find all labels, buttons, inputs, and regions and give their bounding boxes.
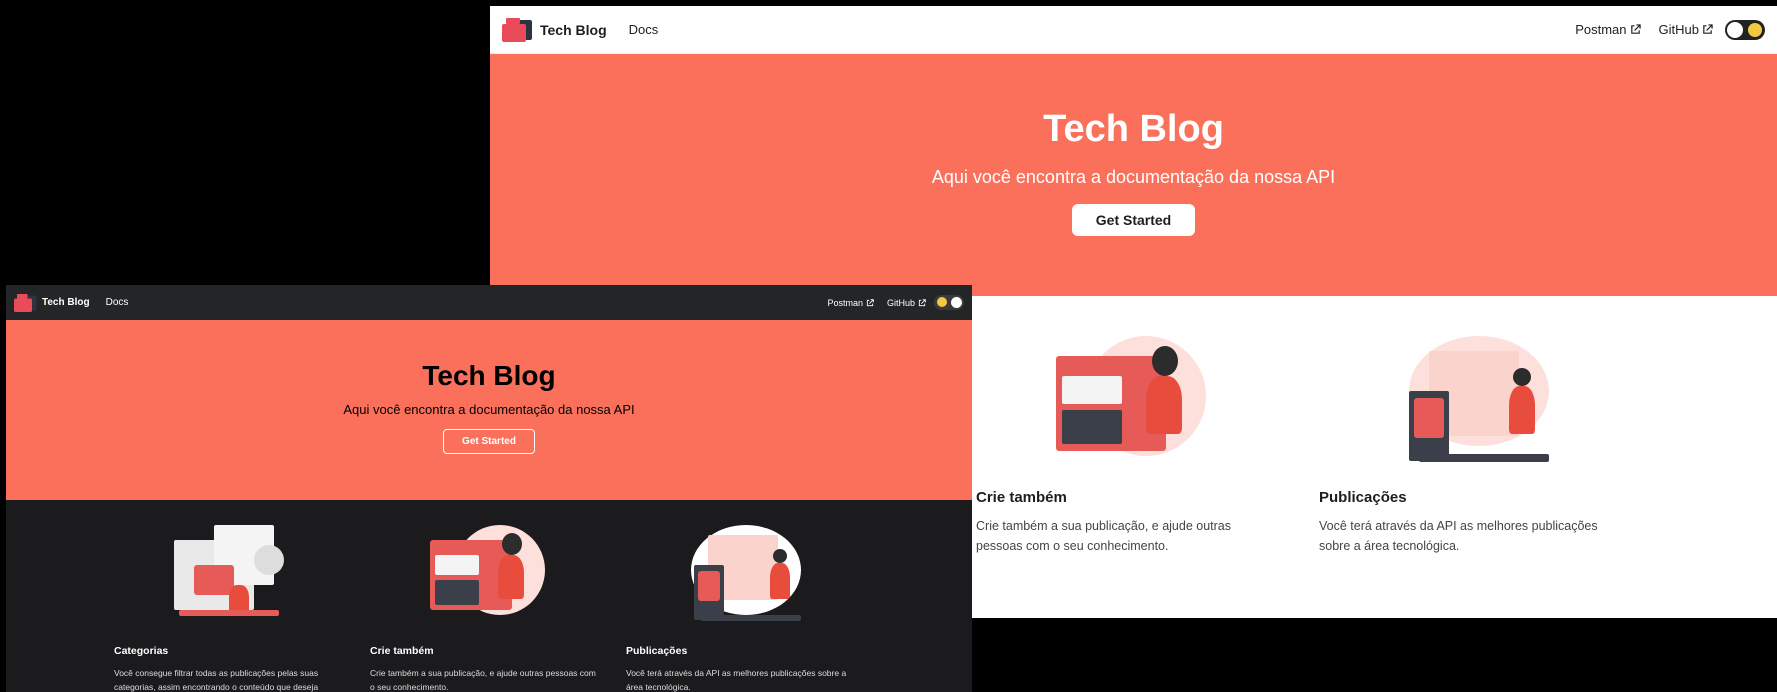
nav-github-link[interactable]: GitHub [887, 298, 926, 308]
dark-theme-window: Tech Blog Docs Postman GitHub Tech Blog … [6, 285, 972, 692]
feature-card: Publicações Você terá através da API as … [626, 525, 856, 692]
postman-label: Postman [827, 297, 863, 308]
nav-github-link[interactable]: GitHub [1659, 22, 1713, 37]
logo-icon [14, 293, 37, 312]
external-link-icon [866, 298, 874, 306]
moon-icon [937, 297, 947, 307]
external-link-icon [1630, 24, 1641, 34]
hero-title: Tech Blog [1043, 108, 1224, 150]
github-label: GitHub [1658, 22, 1699, 37]
nav-docs-link[interactable]: Docs [629, 22, 659, 37]
blog-writer-illustration [1056, 336, 1216, 471]
navbar-brand[interactable]: Tech Blog [502, 17, 607, 42]
brand-label: Tech Blog [540, 21, 607, 38]
get-started-button[interactable]: Get Started [443, 429, 535, 454]
github-label: GitHub [886, 297, 915, 308]
navbar-brand[interactable]: Tech Blog [14, 291, 90, 315]
feature-card: Categorias Você consegue filtrar todas a… [114, 525, 344, 692]
feature-text: Você consegue filtrar todas as publicaçõ… [114, 668, 319, 692]
feature-title: Crie também [976, 489, 1067, 506]
feature-title: Categorias [114, 645, 169, 657]
blog-writer-illustration [430, 525, 550, 625]
hero-subtitle: Aqui você encontra a documentação da nos… [343, 402, 635, 417]
postman-label: Postman [1575, 22, 1627, 37]
feature-card: Crie também Crie também a sua publicação… [370, 525, 600, 692]
hero-banner: Tech Blog Aqui você encontra a documenta… [6, 320, 972, 500]
nav-postman-link[interactable]: Postman [827, 298, 874, 308]
feature-title: Crie também [370, 645, 434, 657]
publications-illustration [686, 525, 806, 625]
categories-illustration [174, 525, 294, 625]
hero-title: Tech Blog [422, 360, 556, 391]
nav-postman-link[interactable]: Postman [1575, 22, 1641, 37]
theme-toggle[interactable] [934, 295, 964, 310]
feature-card: Publicações Você terá através da API as … [1319, 336, 1619, 556]
feature-text: Crie também a sua publicação, e ajude ou… [370, 668, 596, 692]
hero-banner: Tech Blog Aqui você encontra a documenta… [490, 54, 1777, 296]
external-link-icon [1703, 24, 1713, 34]
toggle-knob [1727, 21, 1743, 38]
publications-illustration [1399, 336, 1559, 471]
feature-title: Publicações [1319, 489, 1407, 506]
feature-text: Crie também a sua publicação, e ajude ou… [976, 519, 1232, 553]
nav-docs-link[interactable]: Docs [106, 297, 129, 308]
external-link-icon [918, 298, 926, 306]
logo-icon [502, 17, 532, 42]
navbar: Tech Blog Docs Postman GitHub [6, 285, 972, 320]
hero-subtitle: Aqui você encontra a documentação da nos… [931, 167, 1336, 187]
feature-text: Você terá através da API as melhores pub… [1319, 519, 1598, 553]
theme-toggle[interactable] [1725, 19, 1765, 40]
sun-icon [1748, 22, 1762, 37]
get-started-button[interactable]: Get Started [1071, 204, 1196, 236]
feature-title: Publicações [626, 645, 688, 657]
brand-label: Tech Blog [42, 297, 90, 308]
feature-text: Você terá através da API as melhores pub… [626, 668, 847, 692]
feature-card: Crie também Crie também a sua publicação… [976, 336, 1276, 556]
navbar: Tech Blog Docs Postman GitHub [490, 6, 1777, 54]
toggle-knob [951, 297, 962, 308]
